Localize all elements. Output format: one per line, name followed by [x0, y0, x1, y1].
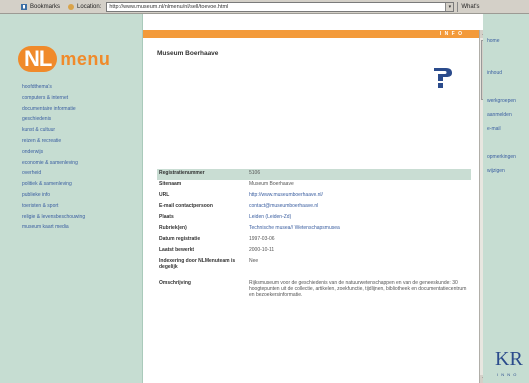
nav-item[interactable]: geschiedenis [22, 114, 138, 125]
row-label: Indexering door NLMenuteam is degelijk [159, 258, 236, 270]
nav-item-label: economie & samenleving [22, 159, 78, 166]
nav-item-label: reizen & recreatie [22, 137, 62, 144]
page-title: Museum Boerhaave [157, 50, 219, 57]
logo-nl: NL [18, 46, 58, 72]
row-label: Rubriek(en) [159, 225, 187, 231]
nav-item[interactable]: reizen & recreatie [22, 136, 138, 147]
nav-item[interactable]: politiek & samenleving [22, 179, 138, 190]
row-value: Nee [249, 258, 259, 264]
row-value: 2000-10-11 [249, 247, 275, 253]
table-row: Indexering door NLMenuteam is degelijk Ne… [157, 257, 471, 279]
nav-item[interactable]: hoofdthema's [22, 82, 138, 93]
nav-item[interactable]: museum kaart media [22, 222, 138, 233]
right-panel-link[interactable]: wijzigen [487, 168, 505, 174]
url-dropdown-icon[interactable]: ▾ [445, 2, 454, 11]
row-label: Laatst bewerkt [159, 247, 195, 253]
nav-item-label: overheid [22, 170, 42, 177]
location-label: Location: [77, 3, 102, 10]
nav-item[interactable]: computers & internet [22, 93, 138, 104]
right-panel-link[interactable]: home [487, 38, 500, 44]
row-label: Plaats [159, 214, 174, 220]
browser-toolbar: Bookmarks Location: http://www.museum.nl… [0, 0, 529, 14]
table-row: E-mail contactpersoon contact@museumboerh… [157, 202, 471, 213]
nav-item[interactable]: documentaire informatie [22, 104, 138, 115]
nav-item[interactable]: publieke info [22, 190, 138, 201]
row-link[interactable]: http://www.museumboerhaave.nl/ [247, 191, 471, 202]
right-panel-link[interactable]: e-mail [487, 126, 501, 132]
nav-item[interactable]: economie & samenleving [22, 158, 138, 169]
row-value: 5106 [249, 170, 261, 176]
left-nav: NL menu hoofdthema's computers & internet… [0, 14, 143, 383]
question-icon[interactable] [431, 64, 455, 90]
nav-item-label: geschiedenis [22, 116, 52, 123]
row-label: URL [159, 192, 170, 198]
nav-item[interactable]: toeristen & sport [22, 201, 138, 212]
row-link[interactable]: Technische musea// Wetenschapsmusea [247, 224, 471, 235]
right-panel-link[interactable]: aanmelden [487, 112, 512, 118]
table-row: Laatst bewerkt 2000-10-11 [157, 246, 471, 257]
nav-item[interactable]: kunst & cultuur [22, 125, 138, 136]
nav-item-label: politiek & samenleving [22, 181, 72, 188]
location-button[interactable]: Location: [65, 2, 103, 12]
info-label[interactable]: I N F O [440, 30, 463, 38]
table-row: Datum registratie 1997-03-06 [157, 235, 471, 246]
row-value: 1997-03-06 [249, 236, 275, 242]
row-label: Sitenaam [159, 181, 182, 187]
table-row: Rubriek(en) Technische musea// Wetenschap… [157, 224, 471, 235]
url-text: http://www.museum.nl/nlmenu/nl/sell/toev… [109, 3, 229, 10]
kr-subtitle: I N N O [497, 372, 518, 377]
right-panel-link[interactable]: inhoud [487, 70, 502, 76]
row-label: Registratienummer [159, 170, 205, 176]
row-value: Rijksmuseum voor de geschiedenis van de … [249, 280, 467, 298]
whats-related-button[interactable]: What's [461, 4, 479, 10]
right-panel-link[interactable]: werkgroepen [487, 98, 516, 104]
row-label: Datum registratie [159, 236, 201, 242]
row-label: Omschrijving [159, 280, 191, 286]
nav-item-label: museum kaart media [22, 224, 69, 231]
row-value: Museum Boerhaave [249, 181, 294, 187]
nl-menu-logo[interactable]: NL menu [18, 44, 110, 74]
location-icon [67, 3, 75, 11]
bookmarks-label: Bookmarks [30, 3, 61, 10]
right-panel-link[interactable]: opmerkingen [487, 154, 516, 160]
nav-item-label: religie & levensbeschouwing [22, 213, 86, 220]
bookmarks-button[interactable]: Bookmarks [18, 2, 62, 12]
bookmark-icon [20, 3, 28, 11]
table-row: URL http://www.museumboerhaave.nl/ [157, 191, 471, 202]
table-row: Sitenaam Museum Boerhaave [157, 180, 471, 191]
details-table: Registratienummer 5106 Sitenaam Museum Boer… [157, 169, 471, 339]
nav-item-label: onderwijs [22, 148, 44, 155]
row-link[interactable]: contact@museumboerhaave.nl [247, 202, 471, 213]
main-content: I N F O Museum Boerhaave Registratienumm… [143, 14, 488, 383]
nav-item-label: toeristen & sport [22, 202, 59, 209]
logo-menu: menu [60, 48, 111, 69]
nav-item-label: publieke info [22, 191, 51, 198]
toolbar-divider [457, 1, 459, 12]
nav-item[interactable]: religie & levensbeschouwing [22, 212, 138, 223]
nav-item-label: kunst & cultuur [22, 127, 56, 134]
nav-item[interactable]: overheid [22, 168, 138, 179]
row-label: E-mail contactpersoon [159, 203, 213, 209]
row-link[interactable]: Leiden (Leiden-Zd) [247, 213, 471, 224]
nav-item-label: documentaire informatie [22, 105, 76, 112]
right-panel: KR I N N O home inhoud werkgroepen aanmelde… [483, 14, 529, 383]
nav-item-label: hoofdthema's [22, 84, 52, 90]
url-input[interactable]: http://www.museum.nl/nlmenu/nl/sell/toev… [106, 1, 455, 12]
info-bar: I N F O [143, 30, 483, 38]
table-row: Registratienummer 5106 [157, 169, 471, 180]
nav-list: hoofdthema's computers & internet document… [22, 82, 138, 233]
kr-logo: KR [495, 348, 523, 370]
table-row: Plaats Leiden (Leiden-Zd) [157, 213, 471, 224]
table-row: Omschrijving Rijksmuseum voor de geschied… [157, 279, 471, 339]
nav-item-label: computers & internet [22, 94, 69, 101]
nav-item[interactable]: onderwijs [22, 147, 138, 158]
